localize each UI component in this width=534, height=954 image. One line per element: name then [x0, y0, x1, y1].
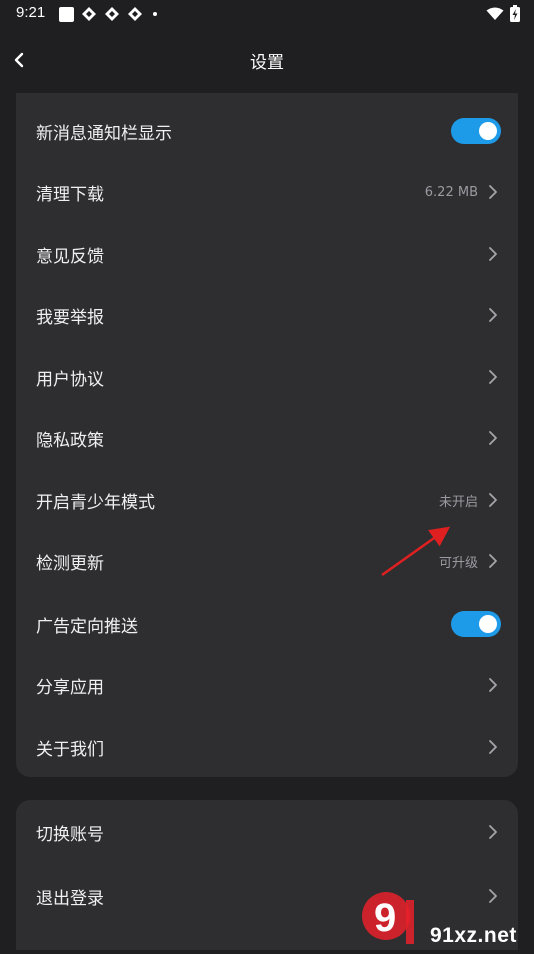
svg-text:9: 9 [374, 896, 396, 940]
notification-icons [59, 6, 157, 22]
page-title: 设置 [250, 53, 284, 73]
row-label: 隐私政策 [36, 430, 104, 451]
chevron-right-icon [489, 370, 497, 384]
toggle-knob [479, 615, 497, 633]
chevron-right-icon [489, 431, 497, 445]
row-label: 我要举报 [36, 307, 104, 328]
download-size-value: 6.22 MB [424, 184, 478, 200]
chevron-right-icon [489, 185, 497, 199]
row-label: 关于我们 [36, 739, 104, 760]
chevron-right-icon [489, 740, 497, 754]
toggle-knob [479, 122, 497, 140]
chevron-right-icon [489, 825, 497, 839]
settings-row-share-app[interactable]: 分享应用 [16, 657, 518, 713]
settings-row-feedback[interactable]: 意见反馈 [16, 226, 518, 282]
row-label: 分享应用 [36, 677, 104, 698]
row-label: 新消息通知栏显示 [36, 123, 172, 144]
settings-row-user-agreement[interactable]: 用户协议 [16, 349, 518, 405]
dot-icon [153, 12, 157, 16]
status-time: 9:21 [16, 4, 46, 21]
targeted-ads-toggle[interactable] [451, 611, 501, 637]
settings-row-switch-account[interactable]: 切换账号 [16, 804, 518, 860]
app-bar: 设置 [0, 30, 534, 90]
row-label: 意见反馈 [36, 246, 104, 267]
square-icon [59, 6, 74, 22]
row-label: 退出登录 [36, 888, 104, 909]
watermark: 9 91xz.net [356, 886, 534, 950]
notification-bar-toggle[interactable] [451, 118, 501, 144]
settings-card: 新消息通知栏显示 清理下载 6.22 MB 意见反馈 我要举报 用户协议 隐私政… [16, 93, 518, 777]
row-label: 检测更新 [36, 553, 104, 574]
watermark-text: 91xz.net [430, 924, 517, 947]
wifi-icon [486, 7, 504, 20]
update-status: 可升级 [438, 555, 478, 571]
chevron-right-icon [489, 308, 497, 322]
chevron-right-icon [489, 554, 497, 568]
row-label: 广告定向推送 [36, 616, 138, 637]
status-right-icons [486, 5, 520, 22]
settings-row-privacy-policy[interactable]: 隐私政策 [16, 410, 518, 466]
battery-charging-icon [510, 5, 520, 22]
settings-row-report[interactable]: 我要举报 [16, 287, 518, 343]
chevron-right-icon [489, 678, 497, 692]
watermark-logo-icon: 9 [362, 892, 414, 944]
settings-row-about-us[interactable]: 关于我们 [16, 719, 518, 775]
row-label: 清理下载 [36, 184, 104, 205]
settings-row-clear-downloads[interactable]: 清理下载 6.22 MB [16, 164, 518, 220]
settings-row-notification-bar[interactable]: 新消息通知栏显示 [16, 103, 518, 159]
row-label: 开启青少年模式 [36, 492, 155, 513]
diamond-icon [82, 7, 96, 21]
row-label: 切换账号 [36, 824, 104, 845]
diamond-icon [128, 7, 142, 21]
diamond-icon [105, 7, 119, 21]
status-bar: 9:21 [0, 0, 534, 30]
settings-row-check-update[interactable]: 检测更新 可升级 [16, 533, 518, 589]
chevron-right-icon [489, 493, 497, 507]
chevron-right-icon [489, 247, 497, 261]
row-label: 用户协议 [36, 369, 104, 390]
settings-row-targeted-ads[interactable]: 广告定向推送 [16, 596, 518, 652]
teen-mode-status: 未开启 [438, 494, 478, 510]
settings-row-teen-mode[interactable]: 开启青少年模式 未开启 [16, 472, 518, 528]
